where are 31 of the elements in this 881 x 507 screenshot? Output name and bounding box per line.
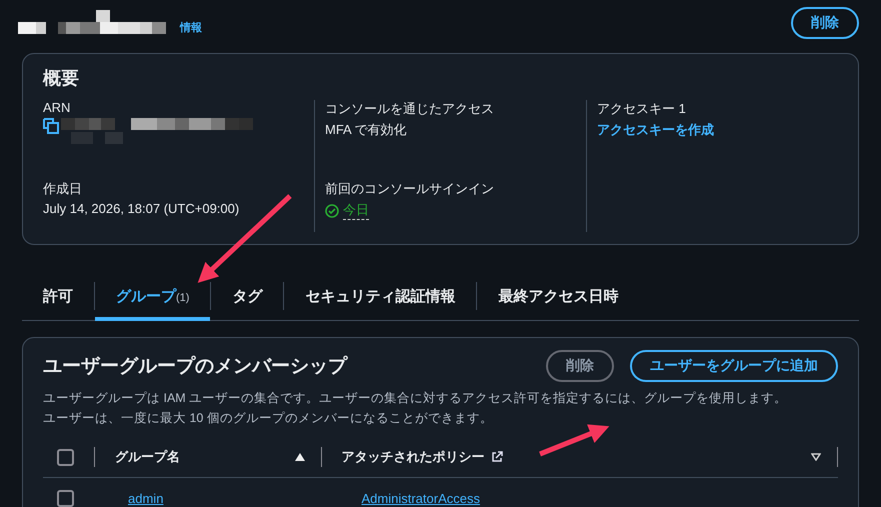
info-link[interactable]: 情報 <box>180 20 202 34</box>
column-header[interactable]: グループ名 <box>115 448 180 466</box>
field-label: 作成日 <box>43 180 83 198</box>
select-all-checkbox[interactable] <box>57 448 74 466</box>
field-value: July 14, 2026, 18:07 (UTC+09:00) <box>43 201 240 216</box>
tab[interactable]: 許可 <box>22 272 94 320</box>
create-access-key-link[interactable]: アクセスキーを作成 <box>597 121 838 139</box>
tab[interactable]: タグ <box>211 272 284 320</box>
tab[interactable]: セキュリティ認証情報 <box>284 272 476 320</box>
sort-ascending-icon[interactable] <box>294 453 305 461</box>
delete-button[interactable]: 削除 <box>791 7 859 39</box>
column-header[interactable]: アタッチされたポリシー <box>342 448 485 466</box>
copy-icon[interactable] <box>43 118 59 134</box>
section-title: ユーザーグループのメンバーシップ <box>43 354 347 379</box>
sort-descending-icon[interactable] <box>811 453 821 461</box>
status-text: 今日 <box>343 201 369 220</box>
field-label: アクセスキー 1 <box>597 100 687 118</box>
group-name-link[interactable]: admin <box>128 490 164 506</box>
field-label: コンソールを通じたアクセス <box>325 100 495 118</box>
field-label: 前回のコンソールサインイン <box>325 180 495 198</box>
pointer-arrow <box>539 424 610 456</box>
check-circle-icon <box>325 204 339 218</box>
policy-link[interactable]: AdministratorAccess <box>361 490 480 506</box>
tab[interactable]: グループ(1) <box>95 272 210 320</box>
description-text: ユーザーグループは IAM ユーザーの集合です。ユーザーの集合に対するアクセス許可を指定するには、グループを使用します。ユーザーは、一度に最大 10 個のグループのメンバーになることができます。 <box>43 390 788 427</box>
field-label: ARN <box>43 100 72 115</box>
add-to-group-button[interactable]: ユーザーをグループに追加 <box>630 350 838 382</box>
field-value: MFA で有効化 <box>325 121 408 139</box>
tab[interactable]: 最終アクセス日時 <box>477 272 640 320</box>
section-title: 概要 <box>43 67 80 90</box>
row-checkbox[interactable] <box>57 490 74 506</box>
